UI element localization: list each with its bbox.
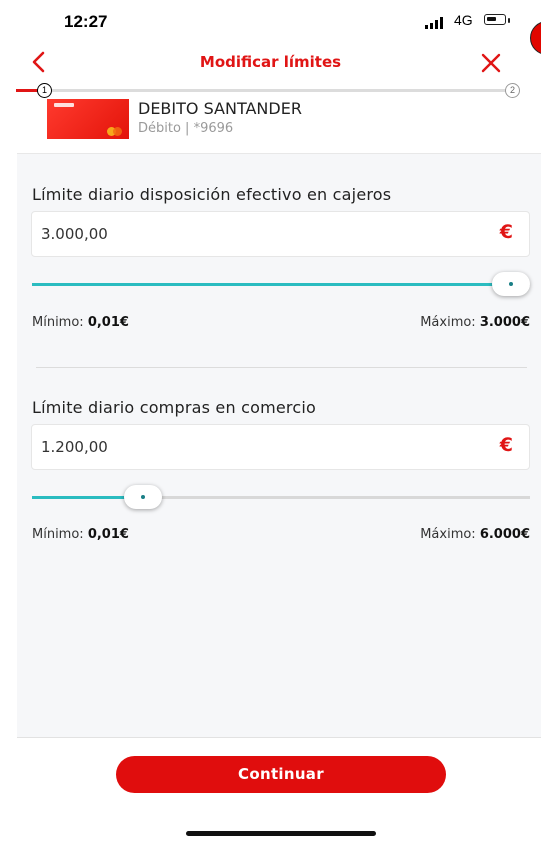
atm-limit-value[interactable]: 3.000,00 (41, 225, 108, 243)
card-image (47, 99, 129, 139)
atm-limit-input[interactable]: 3.000,00 € (31, 211, 530, 257)
purchase-limit-input[interactable]: 1.200,00 € (31, 424, 530, 470)
step-1-indicator: 1 (37, 83, 52, 98)
card-name: DEBITO SANTANDER (138, 99, 302, 118)
purchase-limit-slider[interactable] (32, 496, 530, 499)
step-2-indicator: 2 (505, 83, 520, 98)
atm-limit-slider[interactable] (32, 283, 530, 286)
card-subtitle: Débito | *9696 (138, 121, 234, 136)
atm-limit-slider-handle[interactable] (492, 272, 530, 296)
purchase-limit-title: Límite diario compras en comercio (32, 398, 316, 417)
continue-button[interactable]: Continuar (116, 756, 446, 793)
santander-logo-icon (54, 103, 74, 107)
page-title: Modificar límites (199, 53, 342, 71)
euro-icon: € (499, 221, 513, 243)
signal-icon (425, 17, 443, 29)
purchase-min-label: Mínimo: 0,01€ (32, 527, 129, 542)
purchase-limit-value[interactable]: 1.200,00 (41, 438, 108, 456)
purchase-max-label: Máximo: 6.000€ (420, 527, 530, 542)
section-divider (36, 367, 527, 368)
network-label: 4G (454, 12, 473, 28)
panel-divider (17, 737, 541, 738)
home-indicator (186, 831, 376, 836)
atm-max-label: Máximo: 3.000€ (420, 315, 530, 330)
euro-icon: € (499, 434, 513, 456)
battery-icon (484, 14, 506, 25)
battery-tip (508, 18, 510, 23)
slider-fill (32, 283, 511, 286)
record-indicator-icon (530, 21, 541, 55)
purchase-limit-slider-handle[interactable] (124, 485, 162, 509)
stepper-track (45, 89, 511, 92)
atm-min-label: Mínimo: 0,01€ (32, 315, 129, 330)
atm-limit-title: Límite diario disposición efectivo en ca… (32, 185, 392, 204)
close-icon[interactable] (480, 53, 502, 73)
status-time: 12:27 (64, 12, 108, 31)
